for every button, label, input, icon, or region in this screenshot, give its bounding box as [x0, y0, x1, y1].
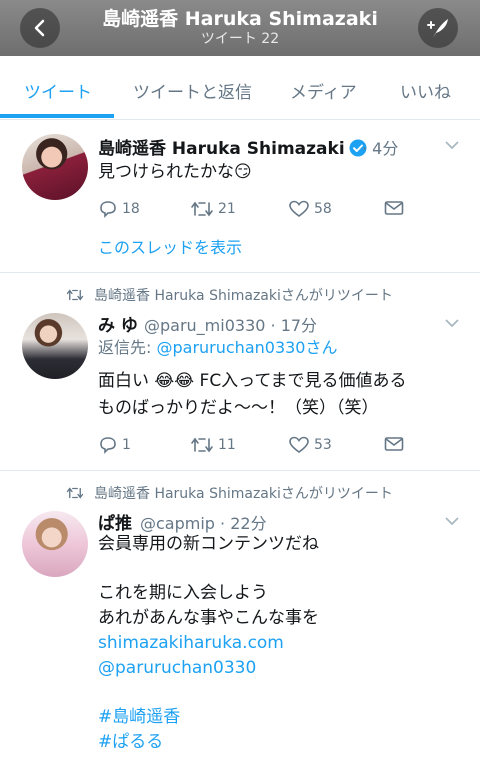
- tweet-card[interactable]: 島崎遥香 Haruka Shimazakiさんがリツイート ぱ推 @capmip…: [0, 471, 480, 763]
- retweet-icon: [191, 201, 213, 217]
- header-title: 島崎遥香 Haruka Shimazaki: [102, 8, 378, 30]
- tweet-card[interactable]: 島崎遥香 Haruka Shimazaki · 4分 見つけられたかな😏 18 …: [0, 120, 480, 272]
- profile-header: 島崎遥香 Haruka Shimazaki ツイート 22: [0, 0, 480, 56]
- like-button[interactable]: 53: [288, 436, 332, 454]
- author-name[interactable]: み ゆ: [98, 311, 138, 336]
- mail-icon: [384, 437, 404, 451]
- like-count: 58: [314, 201, 332, 217]
- retweet-button[interactable]: 11: [190, 436, 236, 454]
- avatar[interactable]: [22, 134, 88, 200]
- tweet-card[interactable]: 島崎遥香 Haruka Shimazakiさんがリツイート み ゆ @paru_…: [0, 273, 480, 470]
- tab-tweets-and-replies[interactable]: ツイートと返信: [133, 78, 252, 103]
- back-button[interactable]: [20, 8, 60, 48]
- tab-likes[interactable]: いいね: [400, 78, 451, 103]
- retweet-count: 11: [218, 437, 236, 453]
- heart-icon: [289, 436, 309, 453]
- retweet-button[interactable]: 21: [190, 200, 236, 218]
- direct-message-button[interactable]: [384, 200, 404, 216]
- retweeted-by-label: 島崎遥香 Haruka Shimazakiさんがリツイート: [94, 288, 393, 304]
- show-thread-link[interactable]: このスレッドを表示: [98, 234, 242, 258]
- reply-icon: [100, 437, 116, 454]
- tweet-timestamp[interactable]: · 4分: [362, 135, 398, 159]
- avatar[interactable]: [22, 313, 88, 379]
- hashtag-link[interactable]: #島崎遥香: [98, 705, 180, 729]
- retweeted-by-label: 島崎遥香 Haruka Shimazakiさんがリツイート: [94, 486, 393, 502]
- profile-tabs: ツイート ツイートと返信 メディア いいね: [0, 56, 480, 120]
- chevron-down-icon[interactable]: [444, 140, 460, 150]
- website-link[interactable]: shimazakiharuka.com: [98, 631, 284, 655]
- compose-tweet-button[interactable]: [418, 8, 458, 48]
- reply-icon: [100, 201, 116, 218]
- tweet-text-line: ものばっかりだよ〜〜！（笑）（笑）: [98, 398, 379, 418]
- reply-to-line: 返信先: @paruruchan0330さん: [98, 336, 338, 360]
- author-name: 島崎遥香 Haruka Shimazaki: [98, 139, 345, 159]
- like-button[interactable]: 58: [288, 200, 332, 218]
- tweet-author[interactable]: 島崎遥香 Haruka Shimazaki: [98, 134, 367, 159]
- author-name[interactable]: ぱ推: [98, 509, 132, 534]
- tweet-text-line: あれがあんな事やこんな事を: [98, 608, 319, 628]
- like-count: 53: [314, 437, 332, 453]
- heart-icon: [289, 200, 309, 217]
- mention-link[interactable]: @paruruchan0330: [98, 656, 256, 680]
- compose-feather-icon: [427, 19, 448, 38]
- reply-button[interactable]: 1: [98, 436, 131, 454]
- direct-message-button[interactable]: [384, 436, 404, 452]
- active-tab-indicator: [0, 114, 114, 118]
- retweet-icon: [66, 289, 84, 301]
- tab-media[interactable]: メディア: [290, 78, 357, 103]
- reply-count: 1: [122, 437, 131, 453]
- author-handle-time[interactable]: @paru_mi0330 · 17分: [144, 312, 317, 336]
- author-handle-time[interactable]: @capmip · 22分: [140, 510, 267, 534]
- hashtag-link[interactable]: #ぱるる: [98, 730, 163, 754]
- retweet-count: 21: [218, 201, 236, 217]
- tab-tweets[interactable]: ツイート: [24, 78, 92, 103]
- reply-button[interactable]: 18: [98, 200, 140, 218]
- chevron-down-icon[interactable]: [444, 516, 460, 526]
- tweet-text-line: 会員専用の新コンテンツだね: [98, 534, 319, 554]
- chevron-left-icon: [34, 19, 45, 37]
- chevron-down-icon[interactable]: [444, 318, 460, 328]
- mail-icon: [384, 201, 404, 215]
- retweet-context: 島崎遥香 Haruka Shimazakiさんがリツイート: [66, 285, 393, 305]
- tweet-text-line: 面白い 😂😂 FC入ってまで見る価値ある: [98, 371, 407, 391]
- reply-to-prefix: 返信先:: [98, 338, 157, 357]
- tweet-text-line: これを期に入会しよう: [98, 583, 268, 603]
- tweet-text: 見つけられたかな😏: [98, 162, 252, 182]
- retweet-icon: [66, 487, 84, 499]
- reply-count: 18: [122, 201, 140, 217]
- retweet-icon: [191, 437, 213, 453]
- tweet-count: ツイート 22: [200, 31, 280, 47]
- retweet-context: 島崎遥香 Haruka Shimazakiさんがリツイート: [66, 483, 393, 503]
- avatar[interactable]: [22, 511, 88, 577]
- reply-to-user-link[interactable]: @paruruchan0330さん: [156, 338, 337, 357]
